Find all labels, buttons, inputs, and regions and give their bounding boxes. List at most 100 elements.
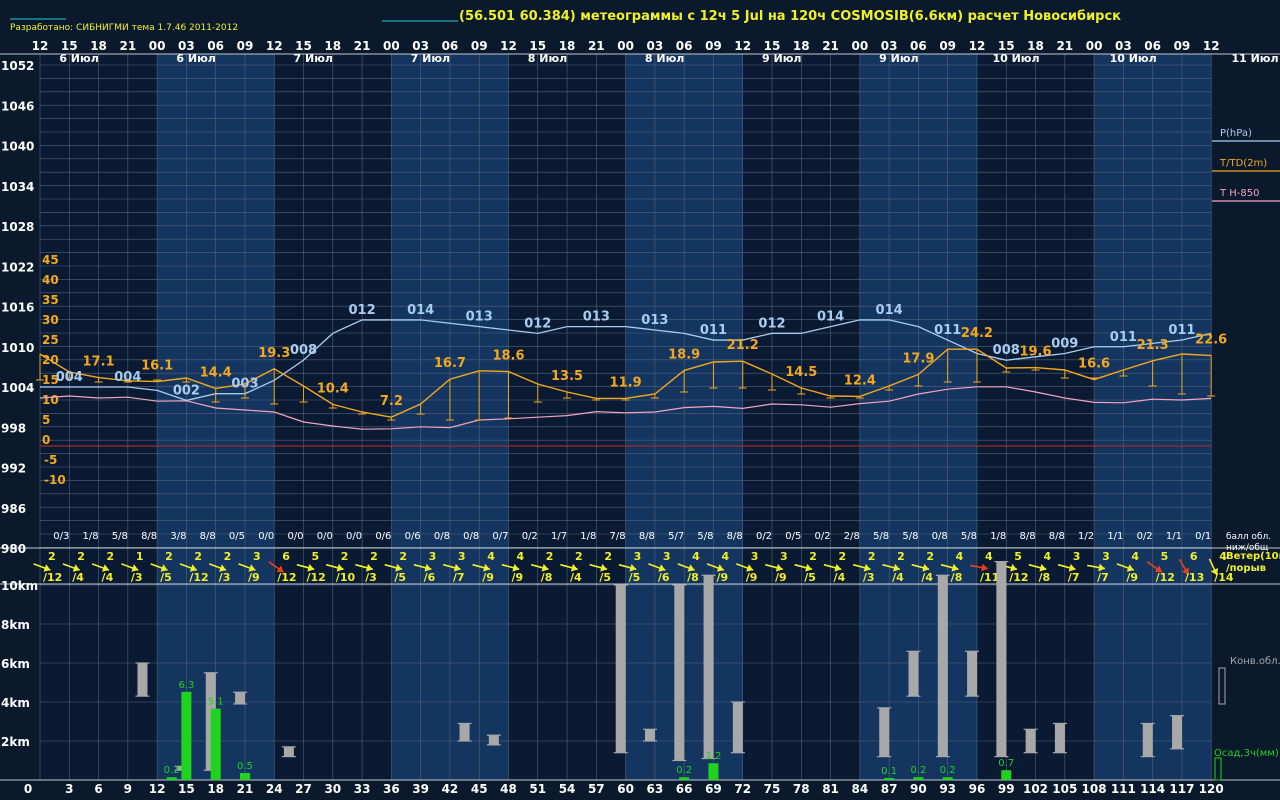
precip-bar (239, 773, 250, 780)
precip-value-label: 0.2 (910, 765, 926, 776)
wind-speed-label: 2 (926, 550, 934, 563)
cloud-cover-label: 0/5 (785, 531, 801, 542)
bottom-hour-tick-label: 69 (705, 782, 722, 796)
temperature-value-label: 19.3 (258, 346, 290, 361)
wind-gust-label: /13 (1185, 571, 1204, 584)
hour-tick-label: 15 (529, 39, 546, 53)
cloud-cover-label: 2/8 (844, 531, 860, 542)
hour-tick-label: 00 (383, 39, 400, 53)
bottom-hour-tick-label: 36 (383, 782, 400, 796)
wind-speed-label: 2 (224, 550, 232, 563)
wind-gust-label: /7 (453, 571, 465, 584)
wind-gust-label: /9 (746, 571, 758, 584)
wind-gust-label: /6 (658, 571, 670, 584)
pressure-value-label: 013 (466, 310, 493, 325)
bottom-hour-tick-label: 0 (24, 782, 32, 796)
wind-gust-label: /7 (1097, 571, 1109, 584)
cloud-cover-label: 0/2 (815, 531, 831, 542)
bottom-hour-tick-label: 42 (442, 782, 459, 796)
wind-gust-label: /7 (1068, 571, 1080, 584)
wind-speed-label: 2 (897, 550, 905, 563)
wind-speed-label: 3 (1073, 550, 1081, 563)
pressure-value-label: 011 (1168, 323, 1195, 338)
cloud-cover-label: 1/8 (83, 531, 99, 542)
temperature-value-label: 21.3 (1137, 338, 1169, 353)
bottom-hour-tick-label: 93 (939, 782, 956, 796)
wind-speed-label: 2 (575, 550, 583, 563)
temperature-tick-label: 5 (42, 413, 50, 427)
wind-speed-label: 6 (282, 550, 290, 563)
hour-tick-label: 06 (910, 39, 927, 53)
pressure-value-label: 011 (1110, 330, 1137, 345)
wind-speed-label: 3 (751, 550, 759, 563)
temperature-value-label: 11.9 (610, 375, 642, 390)
temperature-value-label: 7.2 (380, 394, 403, 409)
day-label: 7 Июл (411, 52, 450, 65)
pressure-tick-label: 1046 (1, 99, 34, 113)
legend-label: T/TD(2m) (1219, 158, 1267, 169)
day-label: 8 Июл (528, 52, 567, 65)
hour-tick-label: 21 (354, 39, 371, 53)
precip-bar (884, 778, 895, 780)
bottom-hour-tick-label: 108 (1082, 782, 1107, 796)
precip-value-label: 6.3 (178, 680, 194, 691)
convective-cloud-bar (1172, 715, 1183, 749)
wind-speed-label: 2 (194, 550, 202, 563)
bottom-hour-tick-label: 30 (324, 782, 341, 796)
precip-legend-swatch (1214, 757, 1222, 781)
bottom-hour-tick-label: 48 (500, 782, 517, 796)
cloud-cover-label: 0/2 (756, 531, 772, 542)
hour-tick-label: 00 (149, 39, 166, 53)
hour-tick-label: 12 (1203, 39, 1220, 53)
hour-tick-label: 09 (939, 39, 956, 53)
temperature-tick-label: 45 (42, 253, 59, 267)
hour-tick-label: 00 (617, 39, 634, 53)
temperature-tick-label: -10 (44, 473, 66, 487)
pressure-value-label: 002 (173, 383, 200, 398)
convective-cloud-bar (615, 585, 626, 753)
hour-tick-label: 12 (500, 39, 517, 53)
hour-tick-label: 03 (881, 39, 898, 53)
precip-bar (210, 708, 221, 780)
wind-speed-label: 5 (1161, 550, 1169, 563)
bottom-hour-tick-label: 117 (1169, 782, 1194, 796)
cloud-cover-label: 8/8 (200, 531, 216, 542)
convective-cloud-bar (908, 651, 919, 697)
bottom-hour-tick-label: 54 (559, 782, 576, 796)
precip-value-label: 0.2 (164, 765, 180, 776)
hour-tick-label: 18 (90, 39, 107, 53)
hour-tick-label: 18 (793, 39, 810, 53)
bottom-hour-tick-label: 18 (207, 782, 224, 796)
bottom-hour-tick-label: 96 (969, 782, 986, 796)
cloud-cover-label: 5/8 (873, 531, 889, 542)
hour-tick-label: 09 (471, 39, 488, 53)
wind-speed-label: 4 (1044, 550, 1052, 563)
convective-cloud-bar (459, 723, 470, 741)
cloud-legend-label: Конв.обл. (1230, 656, 1280, 667)
bottom-hour-tick-label: 81 (822, 782, 839, 796)
cloud-cover-label: 0/2 (522, 531, 538, 542)
pressure-value-label: 013 (641, 313, 668, 328)
wind-gust-label: /12 (43, 571, 62, 584)
pressure-value-label: 008 (993, 343, 1020, 358)
temperature-tick-label: 40 (42, 273, 59, 287)
cloud-cover-label: 1/1 (1166, 531, 1182, 542)
wind-speed-label: 2 (546, 550, 554, 563)
wind-gust-label: /4 (892, 571, 904, 584)
hour-tick-label: 06 (442, 39, 459, 53)
cloud-cover-title: балл обл. (1226, 532, 1271, 542)
km-tick-label: 2km (1, 735, 30, 749)
bottom-hour-tick-label: 9 (124, 782, 132, 796)
wind-speed-label: 5 (1014, 550, 1022, 563)
precip-bar (679, 777, 690, 780)
wind-gust-label: /9 (775, 571, 787, 584)
hour-tick-label: 09 (705, 39, 722, 53)
bottom-hour-tick-label: 114 (1140, 782, 1165, 796)
hour-tick-label: 03 (1115, 39, 1132, 53)
convective-cloud-bar (967, 651, 978, 697)
wind-gust-label: /8 (687, 571, 699, 584)
pressure-value-label: 013 (583, 310, 610, 325)
wind-speed-label: 2 (868, 550, 876, 563)
bottom-hour-tick-label: 3 (65, 782, 73, 796)
pressure-value-label: 012 (524, 316, 551, 331)
